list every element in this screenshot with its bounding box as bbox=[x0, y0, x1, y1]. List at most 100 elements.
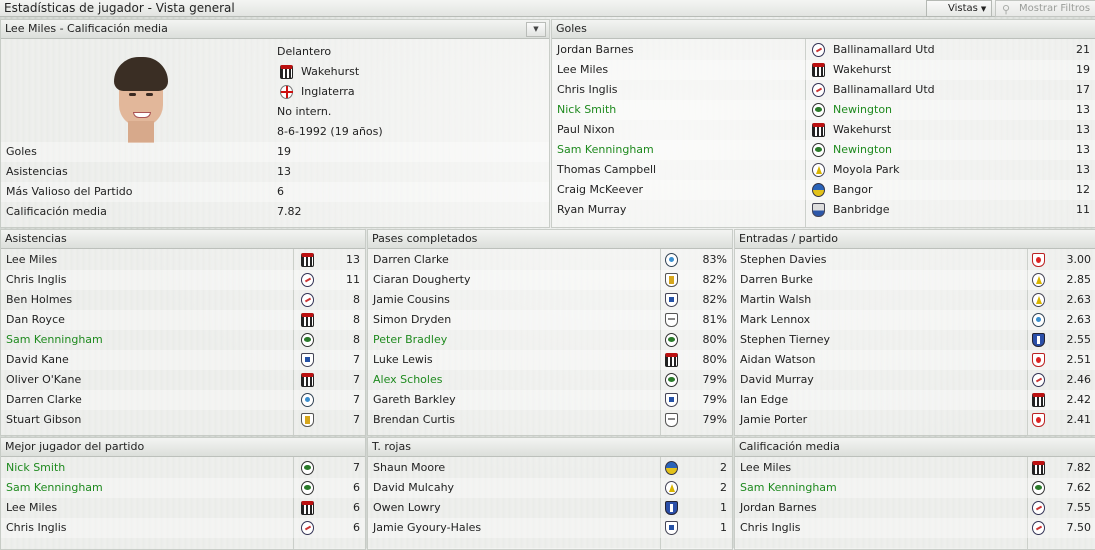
table-row[interactable]: David Kane 7 bbox=[1, 350, 365, 370]
club-badge-icon[interactable] bbox=[665, 253, 678, 267]
player-name-link[interactable]: Ben Holmes bbox=[6, 290, 72, 310]
player-name-link[interactable]: Thomas Campbell bbox=[557, 160, 656, 180]
table-row[interactable]: Simon Dryden 81% bbox=[368, 310, 732, 330]
player-name-link[interactable]: Stuart Gibson bbox=[6, 410, 81, 430]
club-badge-icon[interactable] bbox=[1032, 253, 1045, 267]
table-row[interactable]: Ciaran Dougherty 82% bbox=[368, 270, 732, 290]
club-badge-icon[interactable] bbox=[301, 373, 314, 387]
club-name-link[interactable]: Ballinamallard Utd bbox=[833, 40, 935, 60]
table-row[interactable]: Stephen Davies 3.00 bbox=[735, 250, 1095, 270]
table-row[interactable]: Sam Kenningham 6 bbox=[1, 478, 365, 498]
club-badge-icon[interactable] bbox=[301, 293, 314, 307]
player-name-link[interactable]: Brendan Curtis bbox=[373, 410, 455, 430]
table-row[interactable]: Ryan Murray Banbridge 11 bbox=[552, 200, 1095, 220]
table-row[interactable]: David Mulcahy 2 bbox=[368, 478, 732, 498]
table-row[interactable]: Luke Lewis 80% bbox=[368, 350, 732, 370]
club-name-link[interactable]: Wakehurst bbox=[833, 120, 891, 140]
club-name-link[interactable]: Wakehurst bbox=[833, 60, 891, 80]
player-name-link[interactable]: Lee Miles bbox=[740, 458, 791, 478]
player-name-link[interactable]: Darren Clarke bbox=[373, 250, 449, 270]
club-badge-icon[interactable] bbox=[301, 273, 314, 287]
table-row[interactable]: Chris Inglis 6 bbox=[1, 518, 365, 538]
player-name-link[interactable]: Lee Miles bbox=[6, 250, 57, 270]
player-name-link[interactable]: Stephen Tierney bbox=[740, 330, 830, 350]
table-row[interactable]: Jordan Barnes 7.55 bbox=[735, 498, 1095, 518]
player-name-link[interactable]: Nick Smith bbox=[557, 100, 616, 120]
player-name-link[interactable]: Chris Inglis bbox=[740, 518, 801, 538]
table-row[interactable]: Sam Kenningham Newington 13 bbox=[552, 140, 1095, 160]
club-badge-icon[interactable] bbox=[665, 521, 678, 535]
player-name-link[interactable]: Darren Clarke bbox=[6, 390, 82, 410]
table-row[interactable]: Aidan Watson 2.51 bbox=[735, 350, 1095, 370]
table-row[interactable]: Chris Inglis 11 bbox=[1, 270, 365, 290]
table-row[interactable]: Nick Smith Newington 13 bbox=[552, 100, 1095, 120]
player-name-link[interactable]: Nick Smith bbox=[6, 458, 65, 478]
table-row[interactable]: Dan Royce 8 bbox=[1, 310, 365, 330]
table-row[interactable]: Paul Nixon Wakehurst 13 bbox=[552, 120, 1095, 140]
club-badge-icon[interactable] bbox=[1032, 273, 1045, 287]
club-badge-icon[interactable] bbox=[1032, 313, 1045, 327]
player-name-link[interactable]: Sam Kenningham bbox=[557, 140, 654, 160]
club-badge-icon[interactable] bbox=[812, 143, 825, 157]
player-name-link[interactable]: Gareth Barkley bbox=[373, 390, 456, 410]
player-name-link[interactable]: Owen Lowry bbox=[373, 498, 441, 518]
player-name-link[interactable]: Martin Walsh bbox=[740, 290, 811, 310]
player-name-link[interactable]: Paul Nixon bbox=[557, 120, 615, 140]
table-row[interactable]: Shaun Moore 2 bbox=[368, 458, 732, 478]
player-name-link[interactable]: David Mulcahy bbox=[373, 478, 454, 498]
player-name-link[interactable]: Lee Miles bbox=[6, 498, 57, 518]
club-badge-icon[interactable] bbox=[301, 313, 314, 327]
table-row[interactable]: Sam Kenningham 7.62 bbox=[735, 478, 1095, 498]
player-name-link[interactable]: Lee Miles bbox=[557, 60, 608, 80]
table-row[interactable]: Thomas Campbell Moyola Park 13 bbox=[552, 160, 1095, 180]
club-badge-icon[interactable] bbox=[301, 521, 314, 535]
club-badge-icon[interactable] bbox=[665, 353, 678, 367]
table-row[interactable]: Jamie Gyoury-Hales 1 bbox=[368, 518, 732, 538]
club-badge-icon[interactable] bbox=[301, 413, 314, 427]
club-name-link[interactable]: Newington bbox=[833, 100, 892, 120]
player-name-link[interactable]: Jordan Barnes bbox=[740, 498, 817, 518]
club-badge-icon[interactable] bbox=[812, 83, 825, 97]
club-badge-icon[interactable] bbox=[665, 393, 678, 407]
table-row[interactable]: Sam Kenningham 8 bbox=[1, 330, 365, 350]
table-row[interactable]: Mark Lennox 2.63 bbox=[735, 310, 1095, 330]
club-badge-icon[interactable] bbox=[1032, 501, 1045, 515]
player-name-link[interactable]: Chris Inglis bbox=[557, 80, 618, 100]
table-row[interactable]: Jordan Barnes Ballinamallard Utd 21 bbox=[552, 40, 1095, 60]
club-badge-icon[interactable] bbox=[812, 203, 825, 217]
club-badge-icon[interactable] bbox=[1032, 521, 1045, 535]
player-name-link[interactable]: Sam Kenningham bbox=[6, 478, 103, 498]
player-name-link[interactable]: Shaun Moore bbox=[373, 458, 445, 478]
table-row[interactable]: Ben Holmes 8 bbox=[1, 290, 365, 310]
club-badge-icon[interactable] bbox=[1032, 393, 1045, 407]
club-badge-icon[interactable] bbox=[812, 123, 825, 137]
player-name-link[interactable]: Luke Lewis bbox=[373, 350, 433, 370]
player-name-link[interactable]: Ian Edge bbox=[740, 390, 788, 410]
player-name-link[interactable]: Peter Bradley bbox=[373, 330, 447, 350]
player-name-link[interactable]: Jamie Porter bbox=[740, 410, 807, 430]
club-badge-icon[interactable] bbox=[812, 183, 825, 197]
club-badge-icon[interactable] bbox=[665, 501, 678, 515]
player-name-link[interactable]: Alex Scholes bbox=[373, 370, 442, 390]
club-badge-icon[interactable] bbox=[665, 313, 678, 327]
club-badge-icon[interactable] bbox=[1032, 353, 1045, 367]
player-name-link[interactable]: Mark Lennox bbox=[740, 310, 810, 330]
table-row[interactable]: David Murray 2.46 bbox=[735, 370, 1095, 390]
player-name-link[interactable]: Craig McKeever bbox=[557, 180, 643, 200]
club-badge-icon[interactable] bbox=[812, 103, 825, 117]
club-badge-icon[interactable] bbox=[301, 501, 314, 515]
table-row[interactable]: Martin Walsh 2.63 bbox=[735, 290, 1095, 310]
table-row[interactable]: Alex Scholes 79% bbox=[368, 370, 732, 390]
table-row[interactable]: Brendan Curtis 79% bbox=[368, 410, 732, 430]
club-name-link[interactable]: Moyola Park bbox=[833, 160, 900, 180]
table-row[interactable]: Darren Clarke 83% bbox=[368, 250, 732, 270]
table-row[interactable]: Owen Lowry 1 bbox=[368, 498, 732, 518]
club-badge-icon[interactable] bbox=[1032, 481, 1045, 495]
club-badge-icon[interactable] bbox=[812, 63, 825, 77]
table-row[interactable]: Lee Miles 7.82 bbox=[735, 458, 1095, 478]
table-row[interactable]: Gareth Barkley 79% bbox=[368, 390, 732, 410]
player-name-link[interactable]: David Murray bbox=[740, 370, 814, 390]
table-row[interactable]: Stuart Gibson 7 bbox=[1, 410, 365, 430]
table-row[interactable]: Darren Burke 2.85 bbox=[735, 270, 1095, 290]
player-name-link[interactable]: Jordan Barnes bbox=[557, 40, 634, 60]
